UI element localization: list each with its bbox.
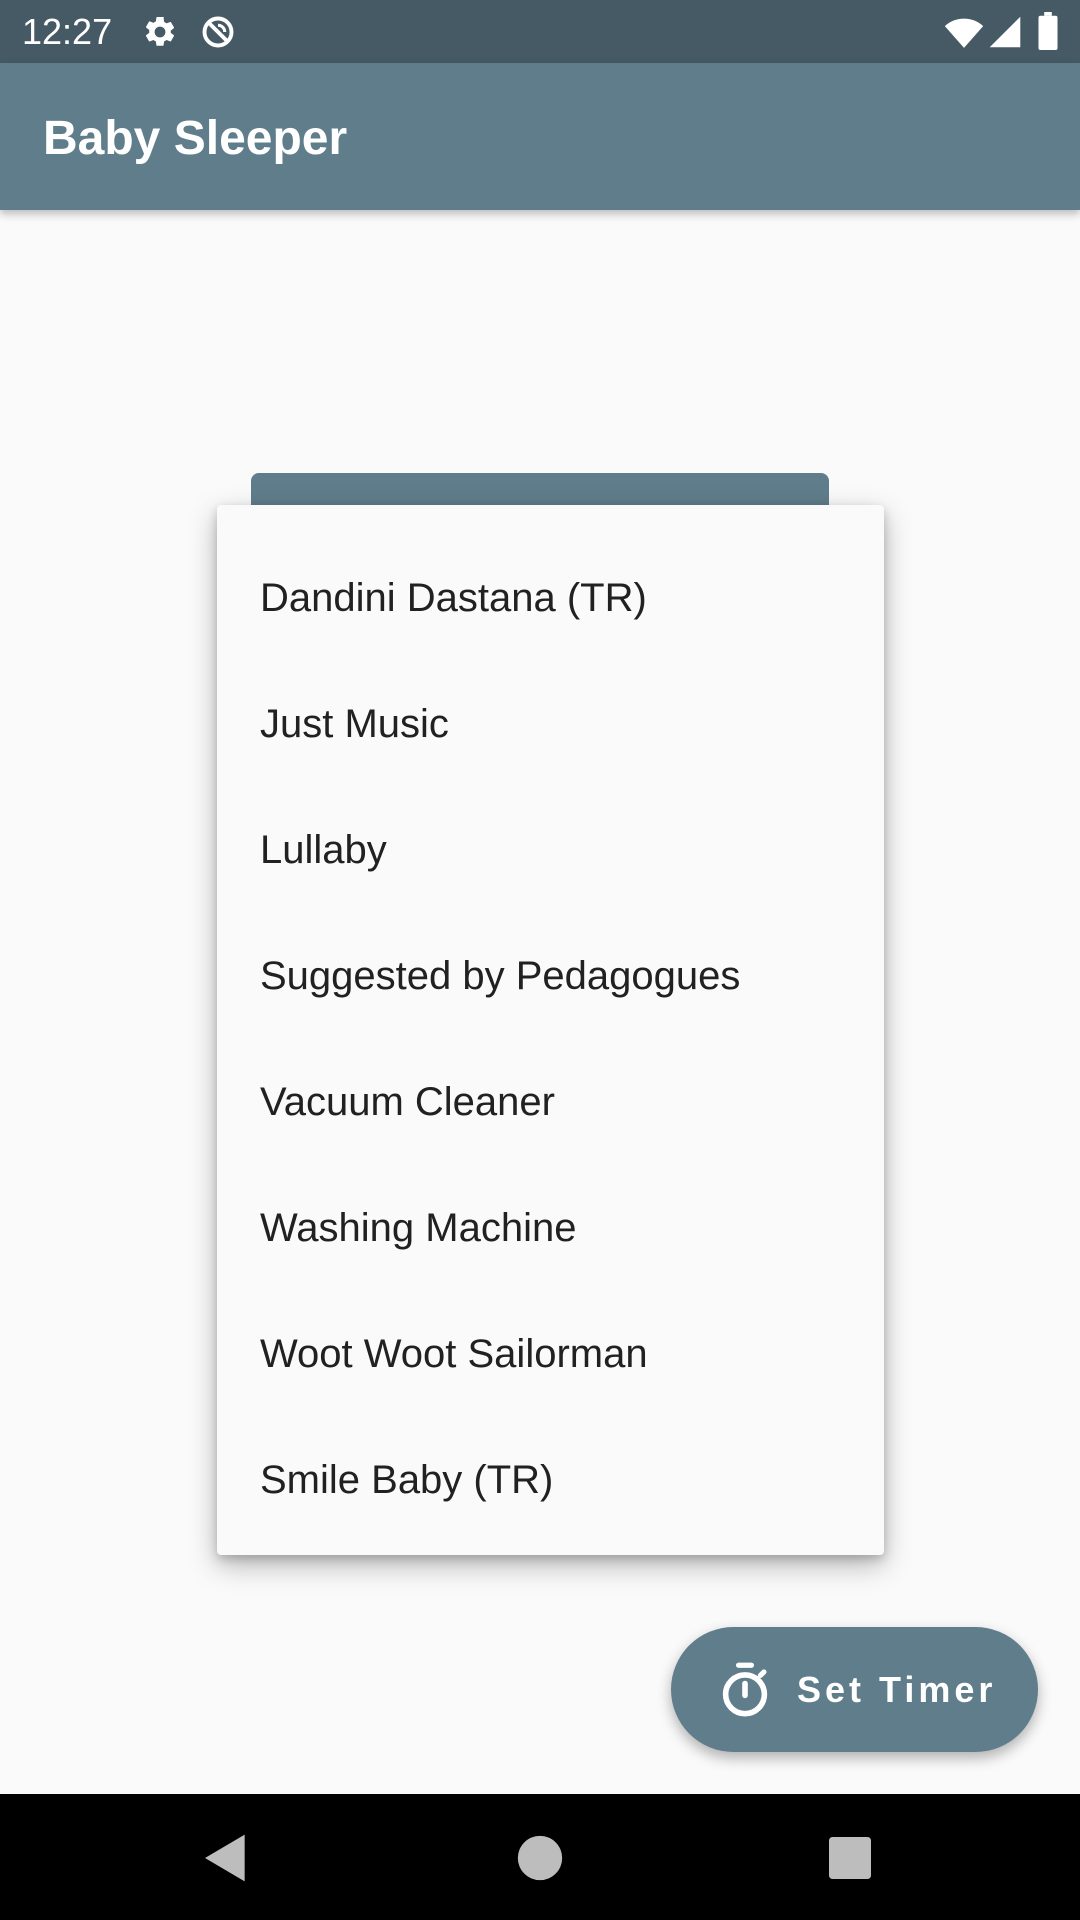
app-title: Baby Sleeper — [43, 112, 348, 165]
back-icon[interactable] — [198, 1830, 254, 1886]
menu-item-woot-woot-sailorman[interactable]: Woot Woot Sailorman — [217, 1291, 884, 1417]
menu-item-suggested-by-pedagogues[interactable]: Suggested by Pedagogues — [217, 913, 884, 1039]
signal-icon — [989, 16, 1021, 48]
do-not-disturb-icon — [202, 16, 234, 48]
menu-item-washing-machine[interactable]: Washing Machine — [217, 1165, 884, 1291]
gear-icon — [145, 16, 175, 46]
menu-item-just-music[interactable]: Just Music — [217, 661, 884, 787]
sound-dropdown-menu: Dandini Dastana (TR) Just Music Lullaby … — [217, 505, 884, 1555]
menu-item-vacuum-cleaner[interactable]: Vacuum Cleaner — [217, 1039, 884, 1165]
home-icon[interactable] — [512, 1830, 568, 1886]
status-time: 12:27 — [22, 11, 113, 52]
set-timer-label: Set Timer — [797, 1668, 997, 1710]
menu-item-dandini-dastana[interactable]: Dandini Dastana (TR) — [217, 535, 884, 661]
app-bar: Baby Sleeper — [0, 63, 1080, 210]
status-bar: 12:27 — [0, 0, 1080, 63]
timer-icon — [722, 1662, 768, 1716]
wifi-icon — [944, 18, 984, 48]
navigation-bar — [0, 1794, 1080, 1920]
screen: 12:27 Baby Sleeper Dandini Dastana (TR) … — [0, 0, 1080, 1920]
menu-item-smile-baby[interactable]: Smile Baby (TR) — [217, 1417, 884, 1543]
set-timer-button[interactable]: Set Timer — [671, 1627, 1038, 1752]
menu-item-lullaby[interactable]: Lullaby — [217, 787, 884, 913]
recents-icon[interactable] — [822, 1830, 878, 1886]
battery-icon — [1038, 12, 1058, 50]
